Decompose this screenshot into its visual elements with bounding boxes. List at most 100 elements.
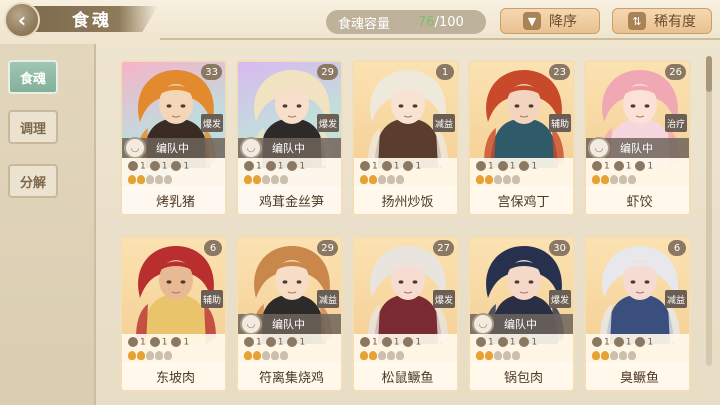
sort-order-button[interactable]: ▼ 降序 — [500, 8, 600, 34]
character-name: 臭鳜鱼 — [586, 362, 689, 390]
stat-2: 1 — [149, 161, 167, 172]
food-soul-card[interactable]: 1 减益 1 1 1 扬州炒饭 — [352, 60, 459, 216]
team-status-label: 编队中 — [504, 318, 537, 331]
back-button[interactable]: ‹ — [4, 2, 40, 38]
stat-1: 1 — [244, 161, 262, 172]
level-badge: 33 — [201, 64, 222, 80]
tab-dismantle-label: 分解 — [19, 175, 46, 191]
flame-icon — [271, 175, 279, 184]
flame-icon — [476, 175, 484, 184]
stats-panel: 1 1 1 — [354, 334, 457, 364]
flame-icon — [592, 351, 600, 360]
level-badge: 27 — [433, 240, 454, 256]
flame-icon — [164, 351, 172, 360]
stat-row: 1 1 1 — [128, 161, 189, 172]
upgrade-flames — [244, 351, 288, 360]
stats-panel: 1 1 1 — [122, 158, 225, 188]
stat-2-icon — [265, 337, 276, 347]
flame-icon — [396, 351, 404, 360]
stat-row: 1 1 1 — [592, 337, 653, 348]
tab-food-souls[interactable]: 食魂 — [8, 60, 58, 94]
tab-cooking[interactable]: 调理 — [8, 110, 58, 144]
stat-2-icon — [613, 337, 624, 347]
team-status-bar: ◡ 编队中 — [470, 313, 573, 335]
upgrade-flames — [476, 175, 520, 184]
stats-panel: 1 1 1 — [238, 158, 341, 188]
flame-icon — [253, 175, 261, 184]
stat-1: 1 — [476, 337, 494, 348]
team-status-bar: ◡ 编队中 — [238, 313, 341, 335]
flame-icon — [378, 175, 386, 184]
flame-icon — [155, 175, 163, 184]
upgrade-flames — [244, 175, 288, 184]
stat-2: 1 — [381, 161, 399, 172]
flame-icon — [601, 351, 609, 360]
food-soul-card[interactable]: 29 爆发 ◡ 编队中 1 1 1 鸡茸金丝笋 — [236, 60, 343, 216]
scrollbar-thumb[interactable] — [706, 56, 712, 92]
stat-3: 1 — [519, 161, 537, 172]
flame-icon — [137, 351, 145, 360]
flame-icon — [271, 351, 279, 360]
role-tag: 减益 — [317, 290, 339, 308]
team-status-bar: ◡ 编队中 — [238, 137, 341, 159]
stat-1-icon — [476, 337, 486, 347]
stat-1-icon — [592, 337, 602, 347]
stat-1-icon — [128, 337, 138, 347]
food-soul-card[interactable]: 23 辅助 1 1 1 宫保鸡丁 — [468, 60, 575, 216]
level-badge: 29 — [317, 64, 338, 80]
flame-icon — [262, 351, 270, 360]
food-soul-card[interactable]: 30 爆发 ◡ 编队中 1 1 1 锅包肉 — [468, 236, 575, 392]
stat-2: 1 — [265, 161, 283, 172]
header-bar: ‹ 食魂 食魂容量 76 /100 ▼ 降序 ⇅ 稀有度 — [0, 0, 720, 44]
flame-icon — [360, 175, 368, 184]
stat-2-icon — [381, 161, 392, 171]
flame-icon — [128, 351, 136, 360]
flame-icon — [503, 351, 511, 360]
flame-icon — [244, 351, 252, 360]
stat-row: 1 1 1 — [592, 161, 653, 172]
flame-icon — [137, 175, 145, 184]
role-tag: 治疗 — [665, 114, 687, 132]
stat-2-icon — [265, 161, 276, 171]
level-badge: 23 — [549, 64, 570, 80]
food-soul-card[interactable]: 26 治疗 ◡ 编队中 1 1 1 虾饺 — [584, 60, 691, 216]
food-soul-card[interactable]: 6 辅助 1 1 1 东坡肉 — [120, 236, 227, 392]
character-name: 宫保鸡丁 — [470, 186, 573, 214]
food-soul-card[interactable]: 29 减益 ◡ 编队中 1 1 1 符离集烧鸡 — [236, 236, 343, 392]
flame-icon — [369, 175, 377, 184]
food-soul-card[interactable]: 27 爆发 1 1 1 松鼠鳜鱼 — [352, 236, 459, 392]
stat-2-icon — [613, 161, 624, 171]
stat-3-icon — [519, 161, 530, 171]
flame-icon — [601, 175, 609, 184]
stat-1: 1 — [592, 161, 610, 172]
capacity-current: 76 — [418, 14, 435, 30]
scrollbar-track[interactable] — [706, 56, 712, 366]
upgrade-flames — [592, 175, 636, 184]
stat-3-icon — [519, 337, 530, 347]
food-soul-card[interactable]: 33 爆发 ◡ 编队中 1 1 1 烤乳猪 — [120, 60, 227, 216]
level-badge: 29 — [317, 240, 338, 256]
stat-3-icon — [635, 161, 646, 171]
stat-row: 1 1 1 — [476, 337, 537, 348]
bowl-icon: ◡ — [588, 137, 610, 159]
stat-2: 1 — [265, 337, 283, 348]
stat-1: 1 — [128, 337, 146, 348]
stat-1-icon — [360, 161, 370, 171]
flame-icon — [494, 351, 502, 360]
flame-icon — [280, 175, 288, 184]
role-tag: 爆发 — [201, 114, 223, 132]
tab-cooking-label: 调理 — [19, 121, 46, 137]
upgrade-flames — [360, 351, 404, 360]
flame-icon — [503, 175, 511, 184]
flame-icon — [619, 351, 627, 360]
stat-1: 1 — [244, 337, 262, 348]
rarity-sort-button[interactable]: ⇅ 稀有度 — [612, 8, 712, 34]
role-tag: 爆发 — [549, 290, 571, 308]
food-soul-card[interactable]: 6 减益 1 1 1 臭鳜鱼 — [584, 236, 691, 392]
tab-dismantle[interactable]: 分解 — [8, 164, 58, 198]
stat-1-icon — [244, 337, 254, 347]
flame-icon — [360, 351, 368, 360]
flame-icon — [476, 351, 484, 360]
stats-panel: 1 1 1 — [238, 334, 341, 364]
flame-icon — [512, 351, 520, 360]
